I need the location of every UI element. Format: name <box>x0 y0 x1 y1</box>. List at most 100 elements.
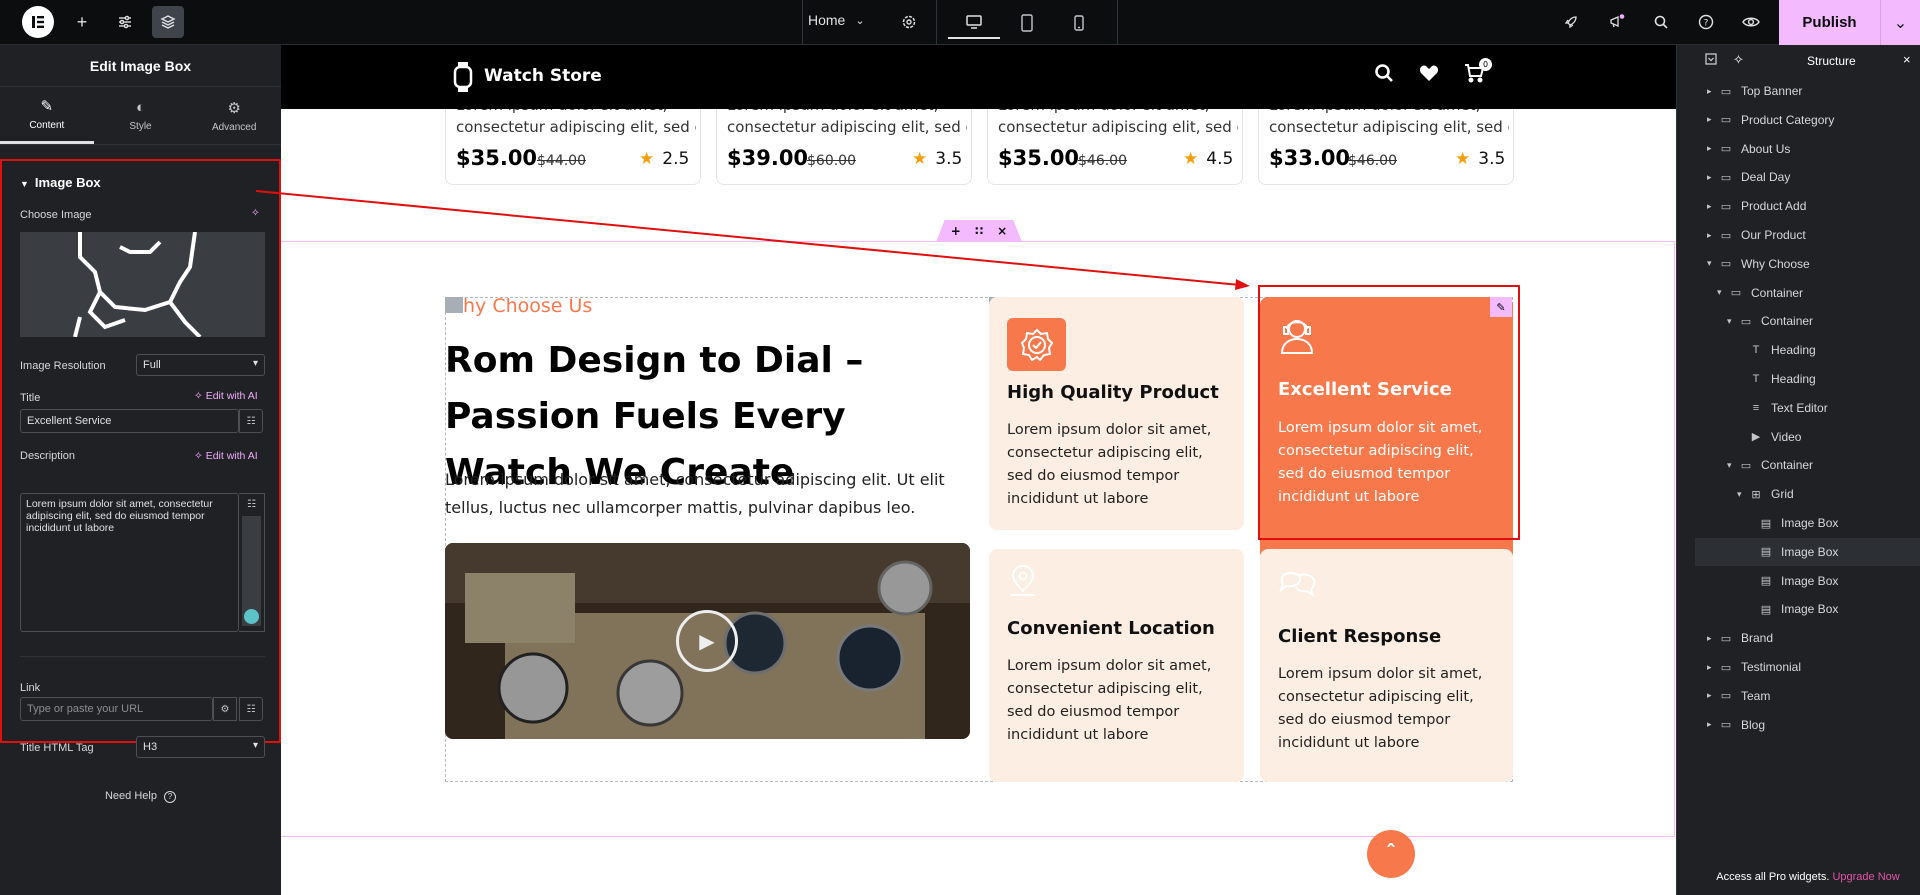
select-value: Full <box>143 359 161 371</box>
caret-right-icon[interactable]: ▸ <box>1707 662 1717 673</box>
structure-item[interactable]: T Heading <box>1695 336 1920 364</box>
need-help-link[interactable]: Need Help ? <box>0 790 281 803</box>
grammar-assistant-icon[interactable] <box>244 609 259 624</box>
description-textarea[interactable]: Lorem ipsum dolor sit amet, consectetur … <box>20 493 239 632</box>
structure-layers-icon[interactable] <box>152 6 184 38</box>
search-icon[interactable] <box>1645 6 1677 38</box>
image-box-icon: ▤ <box>1760 546 1772 559</box>
caret-right-icon[interactable]: ▸ <box>1707 719 1717 730</box>
structure-item[interactable]: ▤ Image Box <box>1695 537 1920 566</box>
structure-item[interactable]: ▸ ▭ About Us <box>1695 135 1920 163</box>
heart-icon[interactable] <box>1419 63 1439 87</box>
structure-item[interactable]: ▶ Video <box>1695 423 1920 451</box>
elementor-logo-icon[interactable] <box>22 6 54 38</box>
product-price: $35.00 <box>998 146 1080 170</box>
heading-icon: T <box>1752 344 1760 357</box>
structure-item[interactable]: ▸ ▭ Testimonial <box>1695 653 1920 681</box>
container-handle-icon[interactable] <box>445 297 463 313</box>
back-to-top-icon[interactable]: ˆ <box>1367 830 1415 878</box>
structure-item[interactable]: ▤ Image Box <box>1695 509 1920 537</box>
notifications-megaphone-icon[interactable] <box>1601 6 1633 38</box>
caret-right-icon[interactable]: ▸ <box>1707 201 1717 212</box>
section-handle[interactable]: + ∷ × <box>936 220 1022 242</box>
close-icon[interactable]: × <box>1903 52 1911 67</box>
caret-right-icon[interactable]: ▸ <box>1707 230 1717 241</box>
publish-button[interactable]: Publish <box>1779 0 1880 45</box>
structure-item[interactable]: ▸ ▭ Brand <box>1695 624 1920 652</box>
tab-content[interactable]: ✎ Content <box>0 87 94 144</box>
preview-eye-icon[interactable] <box>1735 6 1767 38</box>
ai-sparkle-icon[interactable]: ✧ <box>251 207 260 219</box>
title-html-tag-select[interactable]: H3 ▾ <box>136 736 265 758</box>
caret-down-icon[interactable]: ▾ <box>1727 460 1737 471</box>
structure-item[interactable]: ▾ ⊞ Grid <box>1695 480 1920 508</box>
link-url-input[interactable]: Type or paste your URL <box>20 697 213 721</box>
video-icon: ▶ <box>1751 431 1761 444</box>
structure-item[interactable]: ▾ ▭ Container <box>1695 451 1920 479</box>
delete-section-icon[interactable]: × <box>997 224 1007 238</box>
image-preview[interactable] <box>20 232 265 337</box>
upgrade-now-link[interactable]: Upgrade Now <box>1832 871 1899 883</box>
magic-structure-icon[interactable]: ✧ <box>1733 52 1744 68</box>
image-resolution-select[interactable]: Full ▾ <box>136 354 265 376</box>
rocket-icon[interactable] <box>1555 6 1587 38</box>
structure-item[interactable]: ▾ ▭ Container <box>1695 307 1920 335</box>
dynamic-tags-icon[interactable]: ☷ <box>239 494 264 514</box>
collapse-all-icon[interactable] <box>1705 53 1717 68</box>
caret-right-icon[interactable]: ▸ <box>1707 143 1717 154</box>
caret-right-icon[interactable]: ▸ <box>1707 690 1717 701</box>
publish-options-chevron-icon[interactable]: ⌄ <box>1880 0 1920 45</box>
caret-right-icon[interactable]: ▸ <box>1707 86 1717 97</box>
structure-item[interactable]: ▸ ▭ Blog <box>1695 711 1920 739</box>
caret-down-icon[interactable]: ▾ <box>1737 489 1747 500</box>
mobile-view-icon[interactable] <box>1053 6 1105 39</box>
structure-item[interactable]: ≡ Text Editor <box>1695 394 1920 422</box>
page-settings-icon[interactable] <box>893 6 925 38</box>
caret-down-icon[interactable]: ▾ <box>1727 316 1737 327</box>
tab-advanced[interactable]: ⚙ Advanced <box>187 87 281 144</box>
page-selector[interactable]: Home ⌄ <box>808 12 865 28</box>
structure-item[interactable]: ▤ Image Box <box>1695 595 1920 623</box>
caret-down-icon[interactable]: ▾ <box>1707 258 1717 269</box>
pencil-icon: ✎ <box>40 98 54 115</box>
tab-style[interactable]: ◐ Style <box>94 87 188 144</box>
tablet-view-icon[interactable] <box>1001 6 1053 39</box>
structure-item[interactable]: ▾ ▭ Why Choose <box>1695 250 1920 278</box>
store-name[interactable]: Watch Store <box>484 66 602 86</box>
dynamic-tags-icon[interactable]: ☷ <box>239 409 263 433</box>
caret-right-icon[interactable]: ▸ <box>1707 114 1717 125</box>
feature-card-location[interactable]: Convenient Location Lorem ipsum dolor si… <box>989 549 1244 782</box>
dynamic-tags-icon[interactable]: ☷ <box>239 697 263 721</box>
heading-icon: T <box>1752 373 1760 385</box>
feature-card-quality[interactable]: High Quality Product Lorem ipsum dolor s… <box>989 297 1244 530</box>
structure-item[interactable]: ▸ ▭ Deal Day <box>1695 163 1920 191</box>
structure-item[interactable]: ▤ Image Box <box>1695 567 1920 595</box>
feature-card-response[interactable]: Client Response Lorem ipsum dolor sit am… <box>1260 549 1513 782</box>
drag-handle-icon[interactable]: ∷ <box>975 224 983 238</box>
add-element-icon[interactable]: + <box>66 6 98 38</box>
structure-item[interactable]: T Heading <box>1695 365 1920 393</box>
structure-item[interactable]: ▾ ▭ Container <box>1695 279 1920 307</box>
chevron-down-icon: ▾ <box>252 740 258 751</box>
caret-down-icon[interactable]: ▾ <box>1717 287 1727 298</box>
gear-icon: ⚙ <box>227 99 241 117</box>
help-icon[interactable]: ? <box>1690 6 1722 38</box>
add-section-icon[interactable]: + <box>951 224 961 238</box>
edit-with-ai-link[interactable]: ✧ Edit with AI <box>194 390 258 402</box>
section-toggle[interactable]: ▼ Image Box <box>20 175 101 190</box>
title-input[interactable]: Excellent Service <box>20 409 239 433</box>
site-settings-icon[interactable] <box>109 6 141 38</box>
link-options-gear-icon[interactable]: ⚙ <box>213 697 237 721</box>
structure-item[interactable]: ▸ ▭ Product Add <box>1695 192 1920 220</box>
structure-item[interactable]: ▸ ▭ Product Category <box>1695 106 1920 134</box>
caret-right-icon[interactable]: ▸ <box>1707 172 1717 183</box>
desktop-view-icon[interactable] <box>948 6 1000 39</box>
structure-item[interactable]: ▸ ▭ Team <box>1695 682 1920 710</box>
play-icon[interactable]: ▶ <box>676 610 738 672</box>
edit-with-ai-link[interactable]: ✧ Edit with AI <box>194 450 258 462</box>
structure-item[interactable]: ▸ ▭ Our Product <box>1695 221 1920 249</box>
caret-right-icon[interactable]: ▸ <box>1707 633 1717 644</box>
structure-item[interactable]: ▸ ▭ Top Banner <box>1695 77 1920 105</box>
video-player[interactable]: ▶ <box>445 543 970 739</box>
search-icon[interactable] <box>1374 63 1394 88</box>
